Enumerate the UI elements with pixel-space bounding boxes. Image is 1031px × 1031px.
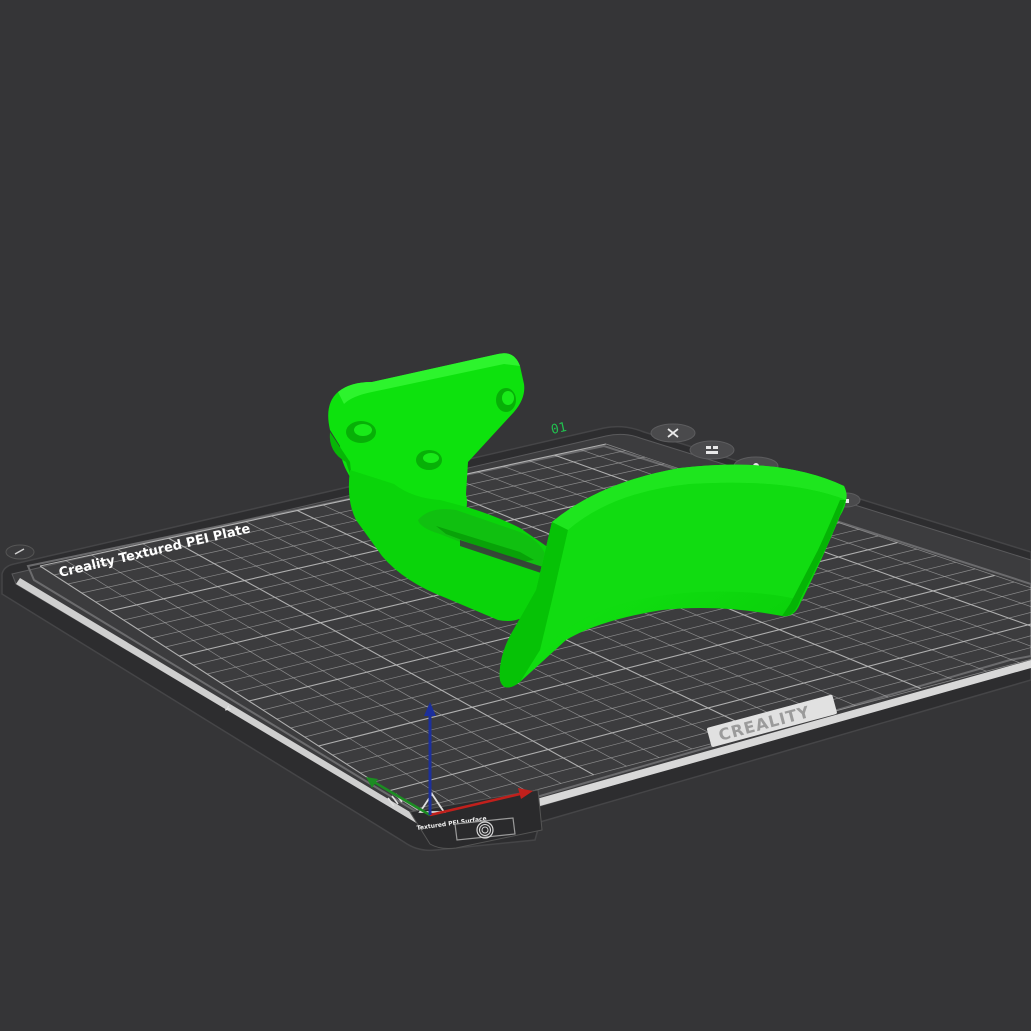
plate-rim-tool-icon (5, 544, 35, 560)
3d-viewport[interactable]: Creality Textured PEI Plate CREALITY Y T… (0, 0, 1031, 1031)
model-hole-center (416, 450, 442, 470)
close-plate-button[interactable] (650, 423, 696, 443)
arrange-plate-button[interactable] (689, 440, 735, 460)
3d-scene[interactable]: Creality Textured PEI Plate CREALITY Y T… (0, 0, 1031, 1031)
plate-number: 01 (550, 420, 568, 438)
model-hole-left (346, 421, 376, 443)
model-hole-right (496, 388, 516, 412)
